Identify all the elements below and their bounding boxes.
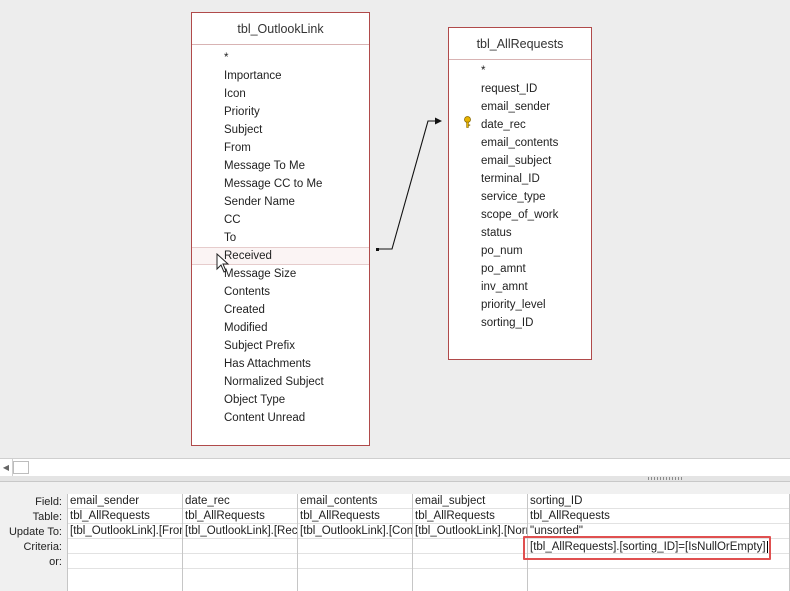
grid-cell-criteria[interactable] — [298, 539, 412, 554]
relationship-line[interactable] — [0, 0, 790, 458]
grid-cell-update-to[interactable]: [tbl_OutlookLink].[Normalized Subject] — [413, 524, 527, 539]
grid-cell-criteria[interactable] — [68, 539, 182, 554]
grid-column-email-contents: email_contents tbl_AllRequests [tbl_Outloo… — [297, 494, 412, 591]
grid-cell-table[interactable]: tbl_AllRequests — [68, 509, 182, 524]
grid-column-date-rec: date_rec tbl_AllRequests [tbl_OutlookLink]… — [182, 494, 297, 591]
grid-cell-table[interactable]: tbl_AllRequests — [183, 509, 297, 524]
grid-cell-table[interactable]: tbl_AllRequests — [528, 509, 789, 524]
query-design-canvas[interactable]: tbl_OutlookLink * Importance Icon Priority S… — [0, 0, 790, 458]
text-caret — [766, 541, 768, 553]
grid-cell-field[interactable]: email_sender — [68, 494, 182, 509]
scroll-left-icon[interactable]: ◀ — [0, 459, 13, 476]
grid-cell-criteria[interactable] — [413, 539, 527, 554]
grid-cell-or[interactable] — [298, 554, 412, 569]
grid-cell-table[interactable]: tbl_AllRequests — [298, 509, 412, 524]
horizontal-scrollbar[interactable]: ◀ — [0, 458, 790, 476]
grid-column-email-sender: email_sender tbl_AllRequests [tbl_OutlookL… — [67, 494, 182, 591]
grid-cell-or[interactable] — [413, 554, 527, 569]
row-label-criteria: Criteria: — [23, 541, 62, 553]
row-label-field: Field: — [35, 496, 62, 508]
splitter-grip-icon[interactable] — [648, 477, 684, 480]
row-label-update-to: Update To: — [8, 526, 62, 538]
row-label-or: or: — [49, 556, 62, 568]
grid-cell-or[interactable] — [68, 554, 182, 569]
grid-column-email-subject: email_subject tbl_AllRequests [tbl_Outlook… — [412, 494, 527, 591]
grid-cell-field[interactable]: email_contents — [298, 494, 412, 509]
grid-cell-field[interactable]: sorting_ID — [528, 494, 789, 509]
grid-cell-table[interactable]: tbl_AllRequests — [413, 509, 527, 524]
criteria-input-sorting-id[interactable]: [tbl_AllRequests].[sorting_ID]=[IsNullOr… — [530, 541, 768, 553]
grid-cell-update-to[interactable]: [tbl_OutlookLink].[Received] — [183, 524, 297, 539]
row-label-table: Table: — [32, 511, 62, 523]
scrollbar-thumb[interactable] — [13, 461, 29, 474]
grid-cell-criteria[interactable] — [183, 539, 297, 554]
grid-cell-update-to[interactable]: [tbl_OutlookLink].[Contents] — [298, 524, 412, 539]
mouse-cursor-icon — [216, 253, 230, 273]
grid-cell-field[interactable]: date_rec — [183, 494, 297, 509]
grid-cell-field[interactable]: email_subject — [413, 494, 527, 509]
grid-cell-update-to[interactable]: [tbl_OutlookLink].[From] — [68, 524, 182, 539]
grid-cell-or[interactable] — [183, 554, 297, 569]
